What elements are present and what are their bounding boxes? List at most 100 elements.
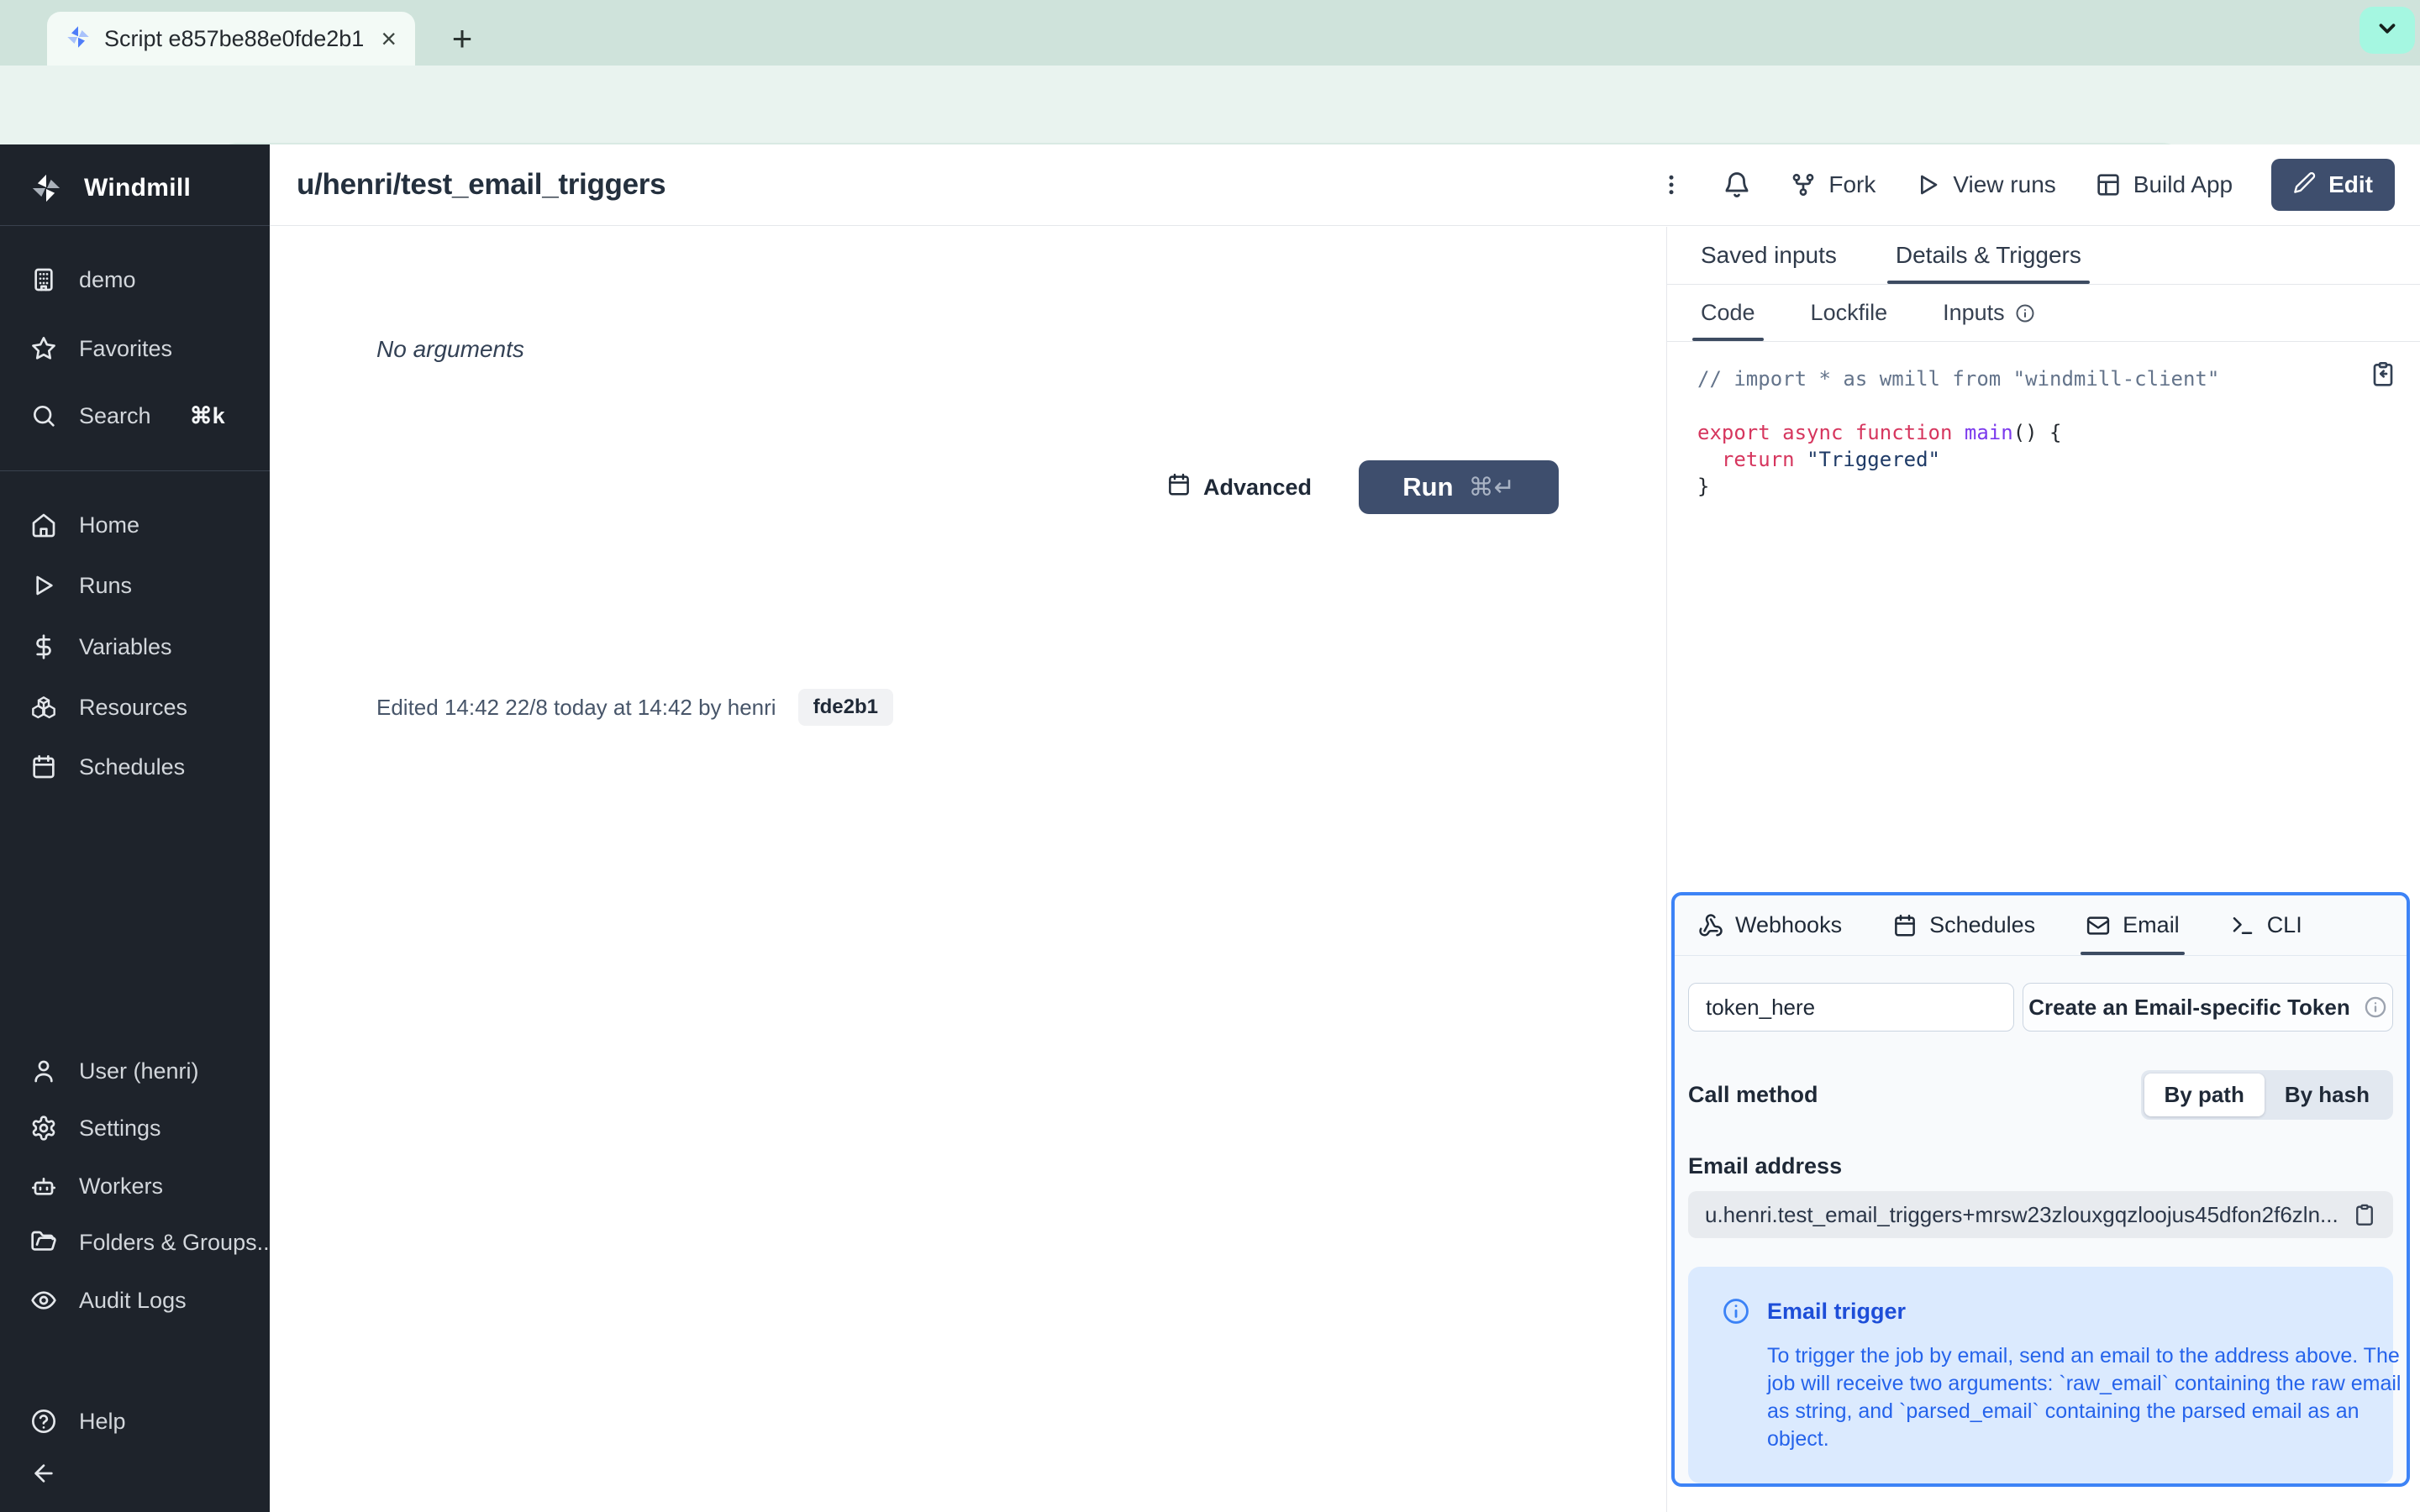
user-icon	[30, 1058, 57, 1084]
terminal-icon	[2230, 913, 2255, 938]
view-runs-label: View runs	[1953, 171, 2056, 197]
details-panel: Saved inputs Details & Triggers Code Loc…	[1666, 227, 2420, 1512]
email-address-row: Email address u.henri.test_email_trigger…	[1688, 1153, 2393, 1238]
sidebar-item-home[interactable]: Home	[30, 507, 261, 543]
version-hash-badge[interactable]: fde2b1	[797, 689, 893, 726]
tab-lockfile[interactable]: Lockfile	[1807, 285, 1891, 341]
tab-close-icon[interactable]: ×	[381, 25, 397, 52]
tab-email-label: Email	[2123, 912, 2180, 937]
trigger-tabs: Webhooks Schedules Email CLI	[1675, 895, 2407, 956]
new-tab-button[interactable]: +	[437, 13, 487, 64]
email-trigger-infobox: Email trigger To trigger the job by emai…	[1688, 1267, 2401, 1483]
logo-text: Windmill	[84, 174, 192, 202]
build-app-button[interactable]: Build App	[2095, 171, 2233, 198]
sidebar-divider	[0, 225, 270, 226]
robot-icon	[30, 1173, 57, 1200]
sidebar-item-favorites[interactable]: Favorites	[30, 330, 261, 367]
tab-details-triggers[interactable]: Details & Triggers	[1886, 227, 2090, 284]
view-runs-button[interactable]: View runs	[1914, 171, 2056, 198]
details-tabs: Saved inputs Details & Triggers	[1667, 227, 2420, 285]
tab-inputs-label: Inputs	[1943, 300, 2005, 325]
tab-schedules[interactable]: Schedules	[1892, 895, 2035, 955]
tab-schedules-label: Schedules	[1929, 912, 2036, 937]
code-lines: // import * as wmill from "windmill-clie…	[1697, 367, 2220, 498]
code-tabs: Code Lockfile Inputs	[1667, 285, 2420, 342]
bell-icon[interactable]	[1723, 171, 1751, 199]
sidebar-item-label: Help	[79, 1408, 126, 1434]
sidebar-divider	[0, 470, 270, 471]
edited-row: Edited 14:42 22/8 today at 14:42 by henr…	[376, 689, 893, 726]
build-app-label: Build App	[2133, 171, 2233, 197]
arrow-left-icon	[30, 1460, 57, 1487]
tab-cli[interactable]: CLI	[2230, 895, 2302, 955]
calendar-icon	[1892, 913, 1918, 938]
more-menu-icon[interactable]	[1659, 172, 1684, 197]
folder-open-icon	[30, 1229, 57, 1256]
sidebar-item-label: Runs	[79, 572, 133, 598]
gear-icon	[30, 1115, 57, 1142]
sidebar-item-folders-groups[interactable]: Folders & Groups...	[30, 1224, 276, 1261]
sidebar-logo[interactable]: Windmill	[30, 170, 261, 207]
sidebar-item-help[interactable]: Help	[30, 1403, 261, 1440]
sidebar-item-workers[interactable]: Workers	[30, 1168, 261, 1205]
tab-code[interactable]: Code	[1692, 285, 1764, 341]
star-icon	[30, 335, 57, 362]
boxes-icon	[30, 694, 57, 721]
info-icon	[2364, 995, 2387, 1019]
email-address-value: u.henri.test_email_triggers+mrsw23zlouxg…	[1705, 1201, 2338, 1227]
sidebar-item-search[interactable]: Search ⌘k	[30, 397, 261, 434]
by-hash-option[interactable]: By hash	[2265, 1074, 2390, 1116]
copy-code-icon[interactable]	[2370, 360, 2396, 394]
tab-title: Script e857be88e0fde2b1 | W	[104, 25, 367, 51]
email-address-label: Email address	[1688, 1153, 1843, 1179]
sidebar-item-label: Folders & Groups...	[79, 1229, 276, 1255]
fork-button[interactable]: Fork	[1790, 171, 1876, 198]
sidebar-item-label: Workers	[79, 1173, 164, 1199]
edit-button[interactable]: Edit	[2271, 159, 2395, 211]
tab-inputs[interactable]: Inputs	[1939, 285, 2039, 341]
sidebar-item-schedules[interactable]: Schedules	[30, 748, 261, 785]
tab-webhooks[interactable]: Webhooks	[1698, 895, 1842, 955]
browser-toolbar: app.windmill.dev/scripts/get/e857be88e0f…	[0, 66, 2420, 195]
tab-saved-inputs[interactable]: Saved inputs	[1697, 227, 1840, 284]
sidebar-item-label: Favorites	[79, 335, 173, 361]
sidebar-item-workspace[interactable]: demo	[30, 261, 261, 298]
run-label: Run	[1402, 472, 1454, 501]
run-shortcut: ⌘↵	[1468, 473, 1515, 501]
email-address-field[interactable]: u.henri.test_email_triggers+mrsw23zlouxg…	[1688, 1191, 2393, 1238]
tab-search-button[interactable]	[2360, 7, 2415, 54]
webhook-icon	[1698, 913, 1723, 938]
token-input[interactable]	[1688, 983, 2014, 1032]
call-method-toggle: By path By hash	[2140, 1070, 2393, 1120]
copy-email-icon[interactable]	[2353, 1203, 2376, 1226]
sidebar-item-resources[interactable]: Resources	[30, 689, 261, 726]
play-icon	[30, 572, 57, 599]
by-path-option[interactable]: By path	[2144, 1074, 2265, 1116]
search-shortcut: ⌘k	[189, 402, 225, 428]
browser-tab[interactable]: Script e857be88e0fde2b1 | W ×	[47, 12, 415, 66]
sidebar-item-label: User (henri)	[79, 1058, 199, 1084]
layout-grid-icon	[2095, 171, 2122, 198]
sidebar-collapse[interactable]	[30, 1455, 261, 1492]
sidebar-item-settings[interactable]: Settings	[30, 1110, 261, 1147]
sidebar-item-runs[interactable]: Runs	[30, 567, 261, 604]
run-row: Advanced Run ⌘↵	[1166, 460, 1559, 514]
chevron-down-icon	[2375, 16, 2400, 45]
sidebar-item-label: Settings	[79, 1115, 161, 1141]
main-content: No arguments Advanced Run ⌘↵ Edited 14:4…	[270, 227, 1666, 1512]
create-email-token-button[interactable]: Create an Email-specific Token	[2023, 983, 2393, 1032]
sidebar: Windmill demo Favorites Search ⌘k Home R…	[0, 144, 276, 1512]
dollar-icon	[30, 633, 57, 660]
sidebar-item-label: Schedules	[79, 753, 186, 780]
sidebar-item-label: Resources	[79, 694, 188, 720]
play-outline-icon	[1914, 171, 1941, 198]
sidebar-item-user[interactable]: User (henri)	[30, 1053, 261, 1089]
sidebar-item-audit-logs[interactable]: Audit Logs	[30, 1282, 261, 1319]
tab-email[interactable]: Email	[2081, 895, 2185, 955]
run-button[interactable]: Run ⌘↵	[1359, 460, 1559, 514]
sidebar-item-variables[interactable]: Variables	[30, 628, 261, 665]
mail-icon	[2086, 913, 2111, 938]
no-arguments-text: No arguments	[376, 336, 524, 362]
advanced-button[interactable]: Advanced	[1166, 472, 1312, 503]
windmill-favicon-icon	[66, 24, 91, 54]
